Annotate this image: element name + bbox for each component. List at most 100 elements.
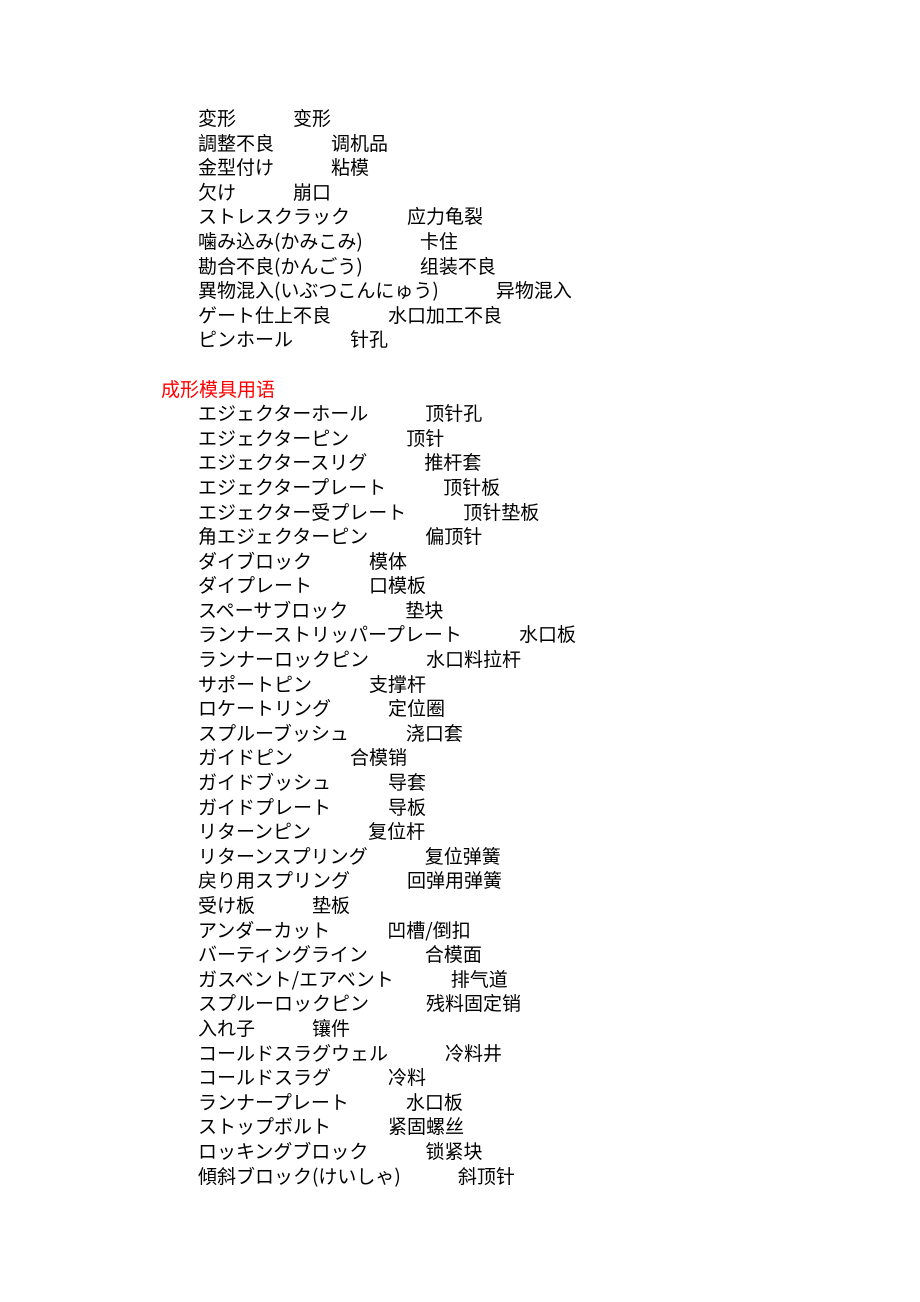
term-chinese: 顶针	[406, 424, 444, 451]
term-group-section1: 変形 变形調整不良 调机品金型付け 粘模欠け 崩口ストレスクラック 应力龟裂噛み…	[0, 106, 920, 352]
term-chinese: 导套	[388, 768, 426, 795]
term-row: ガイドプレート 导板	[0, 795, 920, 820]
term-japanese: ストップボルト	[198, 1112, 331, 1139]
term-chinese: 垫板	[312, 891, 350, 918]
term-separator	[367, 448, 424, 475]
term-separator	[331, 301, 388, 328]
section2-heading: 成形模具用语	[0, 377, 920, 402]
term-separator	[312, 571, 369, 598]
term-japanese: ランナープレート	[198, 1088, 349, 1115]
term-chinese: 水口板	[406, 1088, 463, 1115]
term-row: ダイプレート 口模板	[0, 573, 920, 598]
term-separator	[368, 399, 425, 426]
term-japanese: ゲート仕上不良	[198, 301, 331, 328]
term-japanese: ダイブロック	[198, 547, 312, 574]
term-japanese: ランナーロックピン	[198, 645, 369, 672]
term-chinese: 异物混入	[496, 276, 572, 303]
term-japanese: 戻り用スプリング	[198, 866, 350, 893]
term-chinese: 水口板	[519, 620, 576, 647]
term-chinese: 凹槽/倒扣	[387, 916, 470, 943]
term-separator	[368, 842, 425, 869]
term-separator	[350, 202, 407, 229]
term-row: ダイブロック 模体	[0, 549, 920, 574]
term-chinese: 浇口套	[406, 719, 463, 746]
term-japanese: 金型付け	[198, 153, 274, 180]
document-page: 変形 变形調整不良 调机品金型付け 粘模欠け 崩口ストレスクラック 应力龟裂噛み…	[0, 0, 920, 1188]
term-separator	[236, 104, 293, 131]
term-row: サポートピン 支撑杆	[0, 672, 920, 697]
term-chinese: 水口料拉杆	[426, 645, 521, 672]
term-chinese: 偏顶针	[425, 522, 482, 549]
term-row: 欠け 崩口	[0, 180, 920, 205]
term-japanese: ガイドブッシュ	[198, 768, 331, 795]
term-row: バーティングライン 合模面	[0, 942, 920, 967]
term-row: 調整不良 调机品	[0, 131, 920, 156]
term-japanese: エジェクターピン	[198, 424, 349, 451]
term-chinese: 复位弹簧	[425, 842, 501, 869]
term-chinese: 针孔	[350, 325, 388, 352]
term-chinese: 模体	[369, 547, 407, 574]
term-separator	[401, 1162, 458, 1189]
term-separator	[311, 817, 368, 844]
term-row: エジェクタープレート 顶针板	[0, 475, 920, 500]
term-row: 角エジェクターピン 偏顶针	[0, 524, 920, 549]
term-row: 傾斜ブロック(けいしゃ) 斜顶针	[0, 1164, 920, 1189]
term-row: エジェクタースリグ 推杆套	[0, 450, 920, 475]
term-separator	[349, 1088, 406, 1115]
term-separator	[368, 940, 425, 967]
term-separator	[363, 252, 420, 279]
term-row: コールドスラグウェル 冷料井	[0, 1041, 920, 1066]
term-japanese: コールドスラグ	[198, 1063, 331, 1090]
term-separator	[462, 620, 519, 647]
term-row: 入れ子 镶件	[0, 1016, 920, 1041]
term-separator	[274, 153, 331, 180]
term-separator	[349, 424, 406, 451]
term-chinese: 支撑杆	[369, 670, 426, 697]
term-chinese: 推杆套	[424, 448, 481, 475]
term-japanese: 入れ子	[198, 1014, 255, 1041]
term-chinese: 顶针垫板	[463, 498, 539, 525]
term-japanese: 勘合不良(かんごう)	[198, 252, 363, 279]
term-japanese: エジェクタープレート	[198, 473, 386, 500]
term-japanese: 角エジェクターピン	[198, 522, 368, 549]
term-japanese: 異物混入(いぶつこんにゅう)	[198, 276, 439, 303]
term-chinese: 合模销	[350, 743, 407, 770]
term-row: リターンスプリング 复位弹簧	[0, 844, 920, 869]
term-separator	[330, 916, 387, 943]
term-row: スプルーブッシュ 浇口套	[0, 721, 920, 746]
term-row: スプルーロックピン 残料固定销	[0, 991, 920, 1016]
term-chinese: 卡住	[420, 227, 458, 254]
term-chinese: 应力龟裂	[407, 202, 483, 229]
term-japanese: スプルーロックピン	[198, 989, 369, 1016]
term-japanese: アンダーカット	[198, 916, 330, 943]
term-japanese: ロケートリング	[198, 694, 331, 721]
term-row: 勘合不良(かんごう) 组装不良	[0, 254, 920, 279]
term-japanese: 変形	[198, 104, 236, 131]
term-chinese: 定位圈	[388, 694, 445, 721]
term-row: エジェクター受プレート 顶针垫板	[0, 500, 920, 525]
term-group-section2: エジェクターホール 顶针孔エジェクターピン 顶针エジェクタースリグ 推杆套エジェ…	[0, 401, 920, 1188]
term-row: ロッキングブロック 锁紧块	[0, 1139, 920, 1164]
term-row: ランナーロックピン 水口料拉杆	[0, 647, 920, 672]
term-chinese: 残料固定销	[426, 989, 521, 1016]
term-chinese: 水口加工不良	[388, 301, 502, 328]
term-separator	[331, 1063, 388, 1090]
term-separator	[312, 670, 369, 697]
term-japanese: エジェクターホール	[198, 399, 368, 426]
term-chinese: 复位杆	[368, 817, 425, 844]
term-chinese: 排气道	[451, 965, 508, 992]
term-chinese: 顶针孔	[425, 399, 482, 426]
term-chinese: 垫块	[405, 596, 443, 623]
term-row: エジェクターピン 顶针	[0, 426, 920, 451]
term-chinese: 组装不良	[420, 252, 496, 279]
term-separator	[293, 743, 350, 770]
term-row: ランナーストリッパープレート 水口板	[0, 622, 920, 647]
term-separator	[312, 547, 369, 574]
term-japanese: バーティングライン	[198, 940, 368, 967]
term-separator	[293, 325, 350, 352]
term-chinese: 斜顶针	[458, 1162, 515, 1189]
term-japanese: 噛み込み(かみこみ)	[198, 227, 363, 254]
term-separator	[369, 989, 426, 1016]
term-separator	[439, 276, 496, 303]
term-row: ピンホール 针孔	[0, 327, 920, 352]
